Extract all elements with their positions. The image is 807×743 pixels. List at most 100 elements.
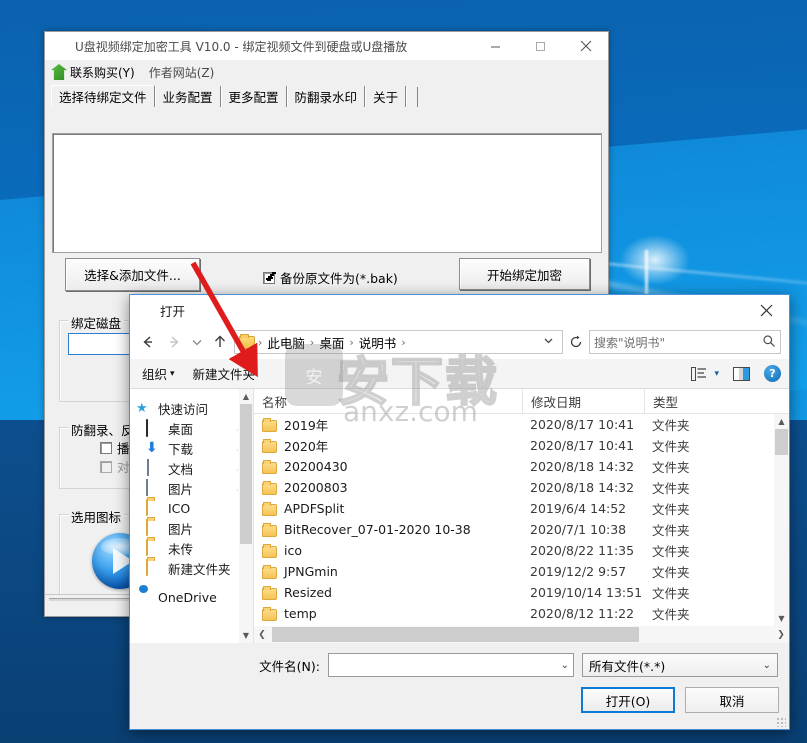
pending-files-listbox[interactable] [52,133,602,253]
column-header-name[interactable]: 名称 [254,389,522,414]
folder-icon [262,522,277,537]
sidebar-item-onedrive[interactable]: OneDrive [130,587,253,607]
tab-select-files[interactable]: 选择待绑定文件 [51,85,155,107]
scroll-right-icon[interactable]: ❯ [773,630,789,640]
app-titlebar[interactable]: U盘视频绑定加密工具 V10.0 - 绑定视频文件到硬盘或U盘播放 [45,32,608,61]
file-list-scrollbar[interactable]: ▲ ▼ [774,414,789,626]
table-row[interactable]: 2019年 2020/8/17 10:41 文件夹 [254,414,774,435]
sidebar-item-ico[interactable]: ICO [130,498,253,518]
tab-anti-record-watermark[interactable]: 防翻录水印 [286,86,366,107]
folder-icon [262,606,277,621]
sidebar-item-not-uploaded[interactable]: 未传 [130,538,253,558]
chevron-down-icon[interactable] [188,330,206,354]
arrow-right-icon[interactable] [162,330,186,354]
backup-original-checkbox[interactable]: 备份原文件为(*.bak) [263,268,398,287]
table-row[interactable]: 2020年 2020/8/17 10:41 文件夹 [254,435,774,456]
dialog-titlebar[interactable]: 打开 [130,295,789,325]
tab-business-config[interactable]: 业务配置 [154,86,221,107]
file-modified: 2019/12/2 9:57 [530,564,627,579]
folder-icon [146,539,162,556]
checkbox-box[interactable] [100,441,112,454]
arrow-left-icon[interactable] [136,330,160,354]
table-row[interactable]: 20200430 2020/8/18 14:32 文件夹 [254,456,774,477]
table-row[interactable]: Resized 2019/10/14 13:51 文件夹 [254,582,774,603]
folder-icon [262,459,277,474]
breadcrumb[interactable]: › 此电脑 › 桌面 › 说明书 › [234,330,563,354]
cancel-button[interactable]: 取消 [685,687,779,713]
scrollbar-track[interactable] [774,429,789,611]
sidebar-item-new-folder[interactable]: 新建文件夹 [130,558,253,578]
pictures-icon [146,479,162,496]
sidebar-item-downloads[interactable]: ⬇ 下载 📌 [130,438,253,458]
table-row[interactable]: ico 2020/8/22 11:35 文件夹 [254,540,774,561]
organize-menu-button[interactable]: 组织 ▾ [142,364,175,383]
tab-about[interactable]: 关于 [365,86,407,107]
open-button[interactable]: 打开(O) [581,687,675,713]
filename-input[interactable]: ⌄ [328,653,574,677]
scroll-down-icon[interactable]: ▼ [774,611,789,626]
checkbox-box[interactable] [263,271,275,284]
scroll-down-icon[interactable]: ▼ [239,628,253,643]
chevron-down-icon[interactable]: ⌄ [561,660,569,671]
menu-item-contact-purchase[interactable]: 联系购买(Y) [51,64,135,81]
scrollbar-track[interactable] [270,626,773,643]
refresh-icon[interactable] [565,335,587,349]
scrollbar-thumb[interactable] [272,627,640,642]
dialog-title: 打开 [160,303,186,319]
chevron-down-icon[interactable]: ⌄ [763,660,771,671]
help-icon[interactable]: ? [764,365,781,382]
scroll-up-icon[interactable]: ▲ [774,414,789,429]
breadcrumb-item-desktop[interactable]: 桌面 [317,333,346,352]
close-icon[interactable] [563,32,608,60]
checkbox-box[interactable] [100,460,112,473]
sidebar-item-label: 文档 [168,461,194,477]
table-row[interactable]: APDFSplit 2019/6/4 14:52 文件夹 [254,498,774,519]
new-folder-button[interactable]: 新建文件夹 [193,364,256,383]
resize-grip[interactable] [776,717,786,727]
sidebar-item-quick-access[interactable]: ★ 快速访问 [130,398,253,418]
search-input[interactable]: 搜索"说明书" [589,330,781,354]
file-type-filter-select[interactable]: 所有文件(*.*) ⌄ [582,653,778,677]
file-name: temp [284,606,317,621]
breadcrumb-item-manual[interactable]: 说明书 [357,333,399,352]
sidebar-item-desktop[interactable]: 桌面 📌 [130,418,253,438]
sidebar-item-documents[interactable]: 文档 📌 [130,458,253,478]
minimize-icon[interactable] [473,32,518,60]
tab-more-config[interactable]: 更多配置 [220,86,287,107]
sidebar-item-pictures-folder[interactable]: 图片 [130,518,253,538]
breadcrumb-item-this-pc[interactable]: 此电脑 [265,333,307,352]
preview-pane-icon[interactable] [733,366,750,381]
download-icon: ⬇ [146,440,158,456]
scroll-up-icon[interactable]: ▲ [239,389,253,404]
file-type: 文件夹 [652,586,690,601]
table-row[interactable]: temp 2020/8/12 11:22 文件夹 [254,603,774,624]
column-header-modified[interactable]: 修改日期 [522,389,644,414]
choose-add-files-button[interactable]: 选择&添加文件... [65,258,200,291]
file-modified: 2020/8/22 11:35 [530,543,635,558]
scrollbar-track[interactable] [239,404,253,628]
navpane-scrollbar[interactable]: ▲ ▼ [238,389,253,643]
close-icon[interactable] [744,296,789,325]
table-row[interactable]: 20200803 2020/8/18 14:32 文件夹 [254,477,774,498]
file-list-hscrollbar[interactable]: ❮ ❯ [254,626,789,643]
scrollbar-thumb[interactable] [240,404,252,544]
scroll-left-icon[interactable]: ❮ [254,630,270,640]
breadcrumb-separator: › [349,335,354,349]
table-row[interactable]: BitRecover_07-01-2020 10-38 2020/7/1 10:… [254,519,774,540]
menu-item-author-site[interactable]: 作者网站(Z) [149,64,215,81]
chevron-down-icon: ▾ [170,368,175,379]
view-details-icon[interactable]: ▾ [691,366,719,381]
file-modified: 2020/8/18 14:32 [530,459,635,474]
table-row[interactable]: JPNGmin 2019/12/2 9:57 文件夹 [254,561,774,582]
file-name: 20200803 [284,480,348,495]
arrow-up-icon[interactable] [208,330,232,354]
open-button-label: 打开(O) [605,693,651,709]
start-binding-encrypt-button[interactable]: 开始绑定加密 [459,258,590,290]
tab-label: 更多配置 [228,90,279,105]
column-header-type[interactable]: 类型 [644,389,754,414]
maximize-icon[interactable] [518,32,563,60]
scrollbar-thumb[interactable] [775,429,788,455]
search-icon[interactable] [762,334,776,351]
sidebar-item-pictures[interactable]: 图片 📌 [130,478,253,498]
chevron-down-icon[interactable] [539,335,558,349]
